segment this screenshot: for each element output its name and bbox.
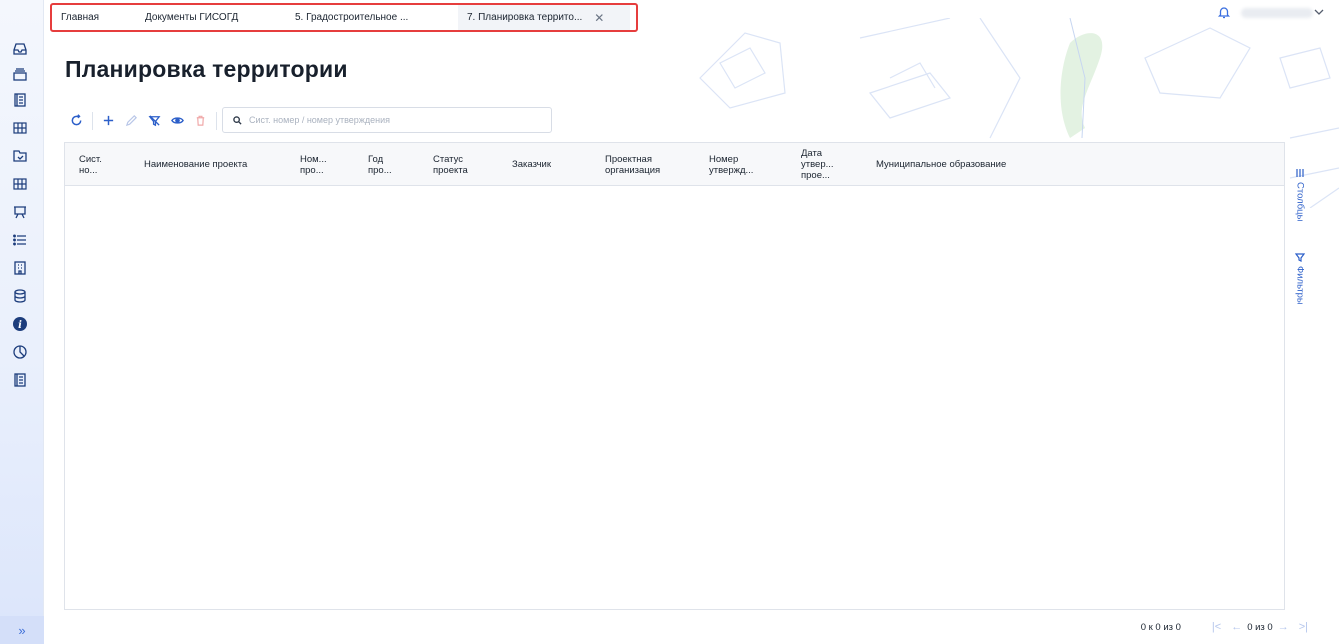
view-button[interactable] (168, 112, 186, 130)
delete-button[interactable] (191, 112, 209, 130)
grid-body (65, 187, 1284, 609)
tab-strip: Главная Документы ГИСОГД 5. Градостроите… (50, 3, 638, 32)
column-label: но... (79, 164, 98, 176)
pagination-page: 0 из 0 (1247, 621, 1273, 633)
last-page-icon[interactable]: >| (1299, 621, 1308, 633)
column-label: утвержд... (709, 164, 754, 176)
column-header-approval-number[interactable]: Номер утвержд... (709, 143, 779, 186)
pagination: 0 к 0 из 0 |< ← 0 из 0 → >| (1141, 620, 1313, 634)
prev-page-icon[interactable]: ← (1231, 621, 1242, 633)
inbox-icon[interactable] (9, 38, 31, 60)
user-name[interactable] (1241, 8, 1313, 18)
column-label: организация (605, 164, 661, 176)
tab-label: Главная (61, 12, 100, 23)
filters-panel-toggle[interactable]: Фильтры (1290, 252, 1310, 305)
column-label: утвер... (801, 159, 834, 170)
column-label: про... (300, 164, 324, 176)
column-header-project-status[interactable]: Статус проекта (433, 143, 493, 186)
search-input[interactable] (249, 115, 539, 125)
chevron-down-icon[interactable] (1313, 6, 1325, 18)
presentation-board-icon[interactable] (9, 201, 31, 223)
add-button[interactable] (99, 112, 117, 130)
grid-side-panel: Столбцы Фильтры (1290, 160, 1310, 330)
data-grid: Сист. но... Наименование проекта Ном... пр… (64, 142, 1285, 610)
refresh-button[interactable] (67, 112, 85, 130)
column-label: про... (368, 164, 392, 176)
column-label: Сист. (79, 153, 102, 165)
tab-home[interactable]: Главная (52, 5, 136, 30)
search-box (222, 107, 552, 133)
column-label: Наименование проекта (144, 159, 248, 170)
column-header-municipality[interactable]: Муниципальное образование (876, 143, 1076, 186)
column-header-project-name[interactable]: Наименование проекта (144, 143, 284, 186)
filters-label: Фильтры (1294, 266, 1306, 305)
tab-gisogd-documents[interactable]: Документы ГИСОГД (136, 5, 286, 30)
columns-label: Столбцы (1294, 182, 1306, 222)
column-header-customer[interactable]: Заказчик (512, 143, 582, 186)
column-header-approval-date[interactable]: Дата утвер... прое... (801, 143, 861, 186)
sidebar-expand-button[interactable]: » (0, 616, 44, 644)
column-label: Дата (801, 148, 823, 159)
column-header-sys-number[interactable]: Сист. но... (79, 143, 129, 186)
next-page-icon[interactable]: → (1278, 621, 1289, 633)
first-page-icon[interactable]: |< (1212, 621, 1221, 633)
database-icon[interactable] (9, 285, 31, 307)
column-header-design-organization[interactable]: Проектная организация (605, 143, 685, 186)
column-label: Проектная (605, 153, 652, 165)
list-icon[interactable] (9, 229, 31, 251)
map-grid-icon[interactable] (9, 117, 31, 139)
info-icon[interactable]: i (9, 313, 31, 335)
toolbar-divider (92, 111, 93, 130)
delete-icon (196, 115, 204, 126)
toolbar-divider (216, 111, 217, 130)
clear-filter-button[interactable] (145, 112, 163, 130)
edit-icon (125, 115, 137, 127)
column-header-project-number[interactable]: Ном... про... (300, 143, 350, 186)
tab-label: Документы ГИСОГД (145, 12, 239, 23)
map-layers-icon[interactable] (9, 173, 31, 195)
refresh-icon (71, 114, 81, 126)
column-label: прое... (801, 170, 830, 181)
tab-label: 5. Градостроительное ... (295, 12, 409, 23)
sidebar: i » (0, 0, 44, 644)
column-label: Год (368, 153, 384, 165)
checked-folder-icon[interactable] (9, 145, 31, 167)
svg-text:i: i (18, 320, 22, 331)
page-title: Планировка территории (65, 56, 348, 82)
edit-button[interactable] (122, 112, 140, 130)
close-icon[interactable]: ✕ (594, 11, 604, 25)
tab-urban-planning[interactable]: 5. Градостроительное ... (286, 5, 458, 30)
grid-toolbar (67, 107, 223, 134)
clear-filter-icon (148, 115, 160, 127)
pagination-range: 0 к 0 из 0 (1140, 621, 1181, 633)
bell-icon[interactable] (1217, 5, 1231, 19)
columns-icon (1296, 169, 1304, 177)
column-label: проекта (433, 164, 468, 176)
column-label: Муниципальное образование (876, 159, 1007, 170)
search-icon (233, 115, 242, 125)
building-icon[interactable] (9, 257, 31, 279)
tab-territory-planning[interactable]: 7. Планировка террито... ✕ (458, 5, 630, 30)
grid-header: Сист. но... Наименование проекта Ном... пр… (65, 143, 1284, 186)
document-book-icon[interactable] (9, 369, 31, 391)
filter-icon (1295, 253, 1305, 262)
columns-panel-toggle[interactable]: Столбцы (1290, 168, 1310, 221)
archive-icon[interactable] (9, 63, 31, 85)
pie-chart-icon[interactable] (9, 341, 31, 363)
view-icon (170, 117, 184, 124)
column-label: Номер (709, 153, 739, 165)
register-book-icon[interactable] (9, 89, 31, 111)
tab-label: 7. Планировка террито... (467, 12, 583, 23)
column-label: Статус (433, 153, 464, 165)
column-header-project-year[interactable]: Год про... (368, 143, 418, 186)
add-icon (103, 115, 113, 126)
column-label: Ном... (300, 153, 327, 165)
column-label: Заказчик (512, 159, 552, 170)
